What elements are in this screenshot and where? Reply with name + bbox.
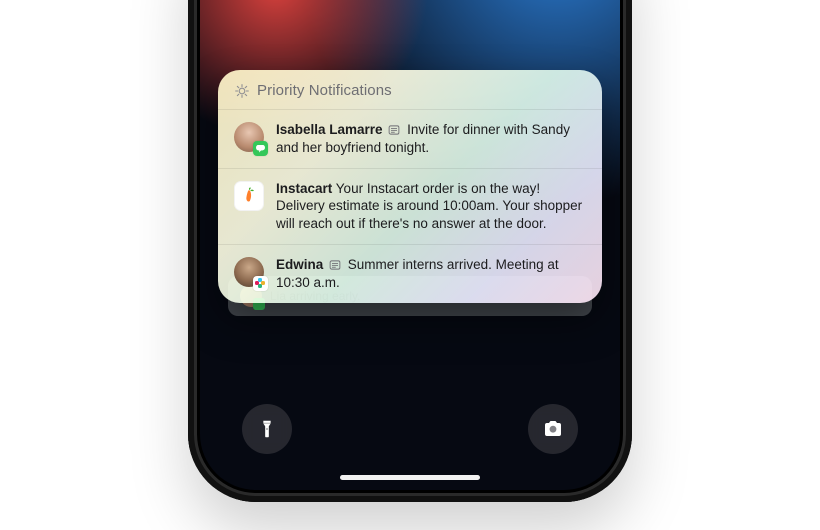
card-header: Priority Notifications xyxy=(218,70,602,109)
notification-content: Instacart Your Instacart order is on the… xyxy=(276,180,586,233)
summary-icon xyxy=(329,259,341,271)
sender-name: Edwina xyxy=(276,257,323,272)
notification-content: Edwina Summer interns arrived. Meeting a… xyxy=(276,256,586,292)
instacart-app-icon xyxy=(234,181,264,211)
flashlight-button[interactable] xyxy=(242,404,292,454)
card-title: Priority Notifications xyxy=(257,82,392,99)
notification-row[interactable]: Isabella Lamarre Invite for dinner with … xyxy=(218,109,602,168)
iphone-frame: Lia arriving early. xyxy=(188,0,632,502)
camera-button[interactable] xyxy=(528,404,578,454)
notification-row[interactable]: Edwina Summer interns arrived. Meeting a… xyxy=(218,244,602,303)
summary-icon xyxy=(388,124,400,136)
camera-icon xyxy=(541,417,565,441)
notification-content: Isabella Lamarre Invite for dinner with … xyxy=(276,121,586,157)
sparkle-gear-icon xyxy=(234,83,250,99)
notification-row[interactable]: Instacart Your Instacart order is on the… xyxy=(218,168,602,244)
sender-name: Isabella Lamarre xyxy=(276,122,383,137)
flashlight-icon xyxy=(256,418,278,440)
sender-name: Instacart xyxy=(276,181,332,196)
avatar xyxy=(234,122,264,152)
avatar xyxy=(234,257,264,287)
home-indicator[interactable] xyxy=(340,475,480,480)
priority-notifications-card[interactable]: Priority Notifications Isabella Lamarre … xyxy=(218,70,602,303)
lock-screen: Lia arriving early. xyxy=(200,0,620,490)
messages-app-icon xyxy=(253,141,268,156)
slack-app-icon xyxy=(253,276,268,291)
lock-screen-dock xyxy=(200,404,620,454)
